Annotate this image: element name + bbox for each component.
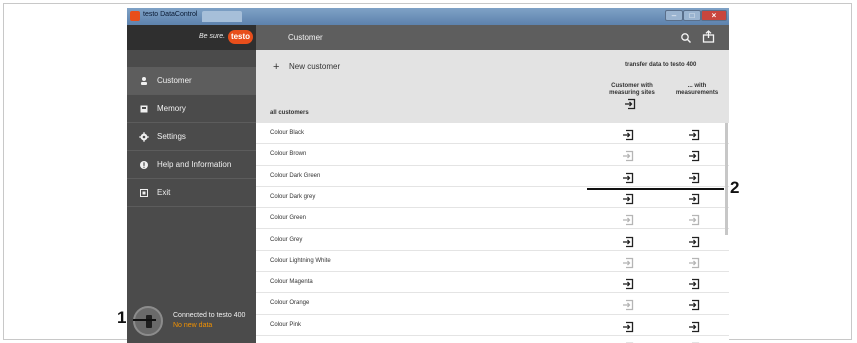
customer-name: Colour Green	[270, 215, 307, 222]
sidebar-item-label: Exit	[157, 188, 171, 197]
transfer-label: transfer data to testo 400	[625, 62, 697, 68]
memory-icon	[139, 104, 149, 114]
device-icon	[133, 306, 163, 336]
customer-toolbar: + New customer transfer data to testo 40…	[256, 50, 729, 123]
sidebar-item-settings[interactable]: Settings	[127, 123, 256, 151]
customer-name: Colour Grey	[270, 236, 303, 243]
sidebar-item-label: Settings	[157, 132, 186, 141]
maximize-button[interactable]: □	[683, 10, 701, 21]
page-header: Customer	[256, 25, 729, 50]
transfer-measurements-icon[interactable]	[688, 277, 700, 290]
customer-name: Colour Brown	[270, 151, 307, 158]
transfer-measurements-icon[interactable]	[688, 149, 700, 162]
brand-slogan: Be sure.	[199, 33, 226, 40]
transfer-sites-icon[interactable]	[622, 171, 634, 183]
table-row[interactable]: Colour Pink	[256, 315, 729, 336]
transfer-measurements-icon[interactable]	[688, 171, 700, 183]
transfer-measurements-icon[interactable]	[688, 192, 700, 205]
connection-subtext: No new data	[173, 322, 213, 329]
sidebar-item-label: Customer	[157, 76, 192, 85]
sidebar-item-help[interactable]: Help and Information	[127, 151, 256, 179]
search-icon[interactable]	[680, 31, 692, 43]
add-icon[interactable]: +	[273, 61, 279, 73]
transfer-sites-icon[interactable]	[622, 149, 634, 162]
all-customers-label: all customers	[270, 110, 309, 116]
gear-icon	[139, 132, 149, 142]
transfer-sites-icon[interactable]	[622, 128, 634, 141]
sidebar-item-label: Memory	[157, 104, 186, 113]
testo-logo: testo	[228, 30, 253, 44]
transfer-measurements-icon[interactable]	[688, 298, 700, 311]
page-title: Customer	[288, 33, 323, 42]
customer-name: Colour Dark grey	[270, 193, 316, 200]
callout-number-1: 1	[117, 308, 127, 327]
table-row[interactable]: Colour Dark grey	[256, 187, 729, 209]
export-icon[interactable]	[702, 30, 715, 43]
callout-number-2: 2	[730, 178, 740, 197]
table-row[interactable]: Colour Purple	[256, 336, 729, 343]
transfer-sites-icon[interactable]	[622, 320, 634, 332]
exit-icon	[139, 188, 149, 198]
transfer-measurements-icon[interactable]	[688, 128, 700, 141]
table-row[interactable]: Colour Dark Green	[256, 166, 729, 187]
close-button[interactable]: ×	[701, 10, 727, 21]
customer-name: Colour Pink	[270, 321, 302, 328]
transfer-measurements-icon[interactable]	[688, 213, 700, 226]
main-panel: Customer + New customer transfer data to…	[256, 25, 729, 343]
transfer-all-icon[interactable]	[624, 97, 636, 110]
transfer-measurements-icon[interactable]	[688, 320, 700, 332]
window-title: testo DataControl	[143, 11, 198, 18]
transfer-sites-icon[interactable]	[622, 192, 634, 205]
transfer-sites-icon[interactable]	[622, 277, 634, 290]
customer-name: Colour Magenta	[270, 279, 313, 286]
customer-name: Colour Dark Green	[270, 172, 321, 179]
transfer-sites-icon[interactable]	[622, 256, 634, 268]
transfer-measurements-icon[interactable]	[688, 235, 700, 247]
callout-line-2	[587, 188, 724, 190]
column-header-sites: Customer with measuring sites	[609, 83, 655, 96]
callout-line-1	[133, 319, 156, 321]
scrollbar[interactable]	[725, 123, 728, 235]
connection-text: Connected to testo 400	[173, 312, 246, 319]
taskbar-tab	[202, 11, 242, 22]
sidebar-item-exit[interactable]: Exit	[127, 179, 256, 207]
help-icon	[139, 160, 149, 170]
minimize-button[interactable]: –	[665, 10, 683, 21]
table-row[interactable]: Colour Orange	[256, 293, 729, 315]
transfer-sites-icon[interactable]	[622, 298, 634, 311]
sidebar: Be sure. testo Customer Memory Settings	[127, 25, 256, 343]
table-row[interactable]: Colour Lightning White	[256, 251, 729, 273]
app-icon	[130, 11, 140, 21]
transfer-sites-icon[interactable]	[622, 213, 634, 226]
customer-name: Colour Lightning White	[270, 257, 331, 264]
customer-name: Colour Orange	[270, 300, 310, 307]
title-bar: testo DataControl – □ ×	[127, 8, 729, 25]
customer-name: Colour Black	[270, 130, 305, 136]
sidebar-item-customer[interactable]: Customer	[127, 67, 256, 95]
column-header-measurements: ... with measurements	[675, 83, 719, 96]
table-row[interactable]: Colour Brown	[256, 144, 729, 166]
transfer-measurements-icon[interactable]	[688, 256, 700, 268]
brand-bar: Be sure. testo	[127, 25, 256, 50]
sidebar-item-label: Help and Information	[157, 160, 232, 169]
new-customer-button[interactable]: New customer	[289, 62, 340, 71]
table-row[interactable]: Colour Black	[256, 123, 729, 145]
transfer-sites-icon[interactable]	[622, 235, 634, 247]
person-icon	[139, 76, 149, 86]
app-window: testo DataControl – □ × Be sure. testo C…	[127, 8, 729, 343]
sidebar-item-memory[interactable]: Memory	[127, 95, 256, 123]
table-row[interactable]: Colour Green	[256, 208, 729, 230]
table-row[interactable]: Colour Grey	[256, 230, 729, 251]
table-row[interactable]: Colour Magenta	[256, 272, 729, 294]
